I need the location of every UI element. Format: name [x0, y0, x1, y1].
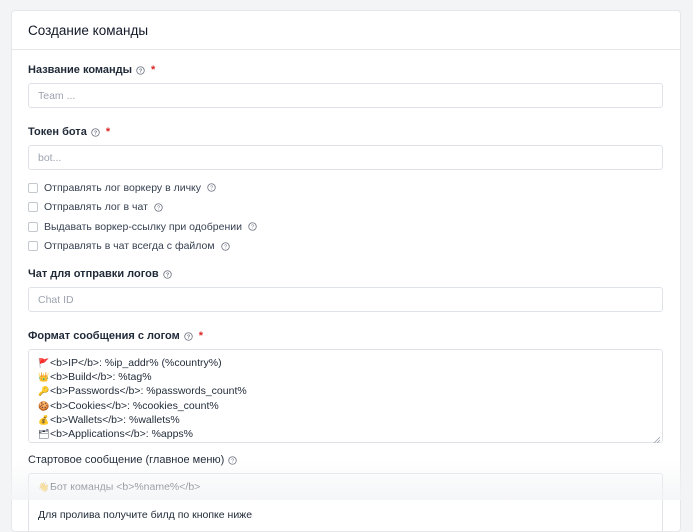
- help-icon[interactable]: ?: [228, 456, 237, 465]
- line-text: <b>Build</b>: %tag%: [50, 370, 152, 384]
- checkbox-label: Отправлять лог в чат: [44, 201, 148, 213]
- checkbox-label: Выдавать воркер-ссылку при одобрении: [44, 221, 242, 233]
- waving-hand-icon: 👋: [38, 480, 49, 494]
- text-line: 🚩<b>IP</b>: %ip_addr% (%country%): [38, 356, 653, 370]
- options-group: Отправлять лог воркеру в личку ? Отправл…: [28, 178, 664, 256]
- checkbox-label: Отправлять лог воркеру в личку: [44, 182, 201, 194]
- log-chat-label: Чат для отправки логов ?: [28, 268, 664, 280]
- svg-text:?: ?: [94, 130, 97, 136]
- help-icon[interactable]: ?: [248, 222, 257, 231]
- log-chat-input[interactable]: [28, 287, 663, 312]
- checkbox[interactable]: [28, 183, 38, 193]
- flag-icon: 🚩: [38, 356, 49, 370]
- help-icon[interactable]: ?: [221, 242, 230, 251]
- checkbox-send-log-to-chat[interactable]: Отправлять лог в чат ?: [28, 198, 664, 218]
- svg-text:?: ?: [251, 225, 254, 231]
- checkbox[interactable]: [28, 202, 38, 212]
- key-icon: 🔑: [38, 384, 49, 398]
- help-icon[interactable]: ?: [184, 332, 193, 341]
- text-line: 🔑<b>Passwords</b>: %passwords_count%: [38, 384, 653, 398]
- create-team-card: Создание команды Название команды ? * То…: [11, 10, 681, 532]
- start-message-label: Стартовое сообщение (главное меню) ?: [28, 454, 664, 466]
- checkbox-label: Отправлять в чат всегда с файлом: [44, 240, 215, 252]
- checkbox[interactable]: [28, 222, 38, 232]
- line-text: Для пролива получите билд по кнопке ниже: [38, 508, 252, 522]
- svg-text:?: ?: [157, 205, 160, 211]
- checkbox[interactable]: [28, 241, 38, 251]
- line-text: <b>Wallets</b>: %wallets%: [50, 413, 180, 427]
- bot-token-label: Токен бота ? *: [28, 126, 664, 138]
- text-line: 👋Бот команды <b>%name%</b>: [38, 480, 653, 494]
- folder-icon: 🗂: [38, 427, 49, 441]
- line-text: Бот команды <b>%name%</b>: [50, 480, 200, 494]
- log-format-label-text: Формат сообщения с логом: [28, 330, 180, 342]
- required-marker: *: [106, 126, 110, 138]
- svg-text:?: ?: [165, 272, 168, 278]
- bot-token-input[interactable]: [28, 145, 663, 170]
- text-line: 💰<b>Wallets</b>: %wallets%: [38, 413, 653, 427]
- checkbox-issue-worker-link[interactable]: Выдавать воркер-ссылку при одобрении ?: [28, 217, 664, 237]
- help-icon[interactable]: ?: [154, 203, 163, 212]
- crown-icon: 👑: [38, 370, 49, 384]
- checkbox-send-log-to-worker[interactable]: Отправлять лог воркеру в личку ?: [28, 178, 664, 198]
- text-line: 👑<b>Build</b>: %tag%: [38, 370, 653, 384]
- help-icon[interactable]: ?: [207, 183, 216, 192]
- help-icon[interactable]: ?: [136, 66, 145, 75]
- team-name-label-text: Название команды: [28, 64, 132, 76]
- help-icon[interactable]: ?: [91, 128, 100, 137]
- svg-text:?: ?: [231, 458, 234, 464]
- svg-text:?: ?: [187, 334, 190, 340]
- text-line: Для пролива получите билд по кнопке ниже: [38, 508, 653, 522]
- log-format-label: Формат сообщения с логом ? *: [28, 330, 664, 342]
- log-chat-label-text: Чат для отправки логов: [28, 268, 159, 280]
- line-text: <b>Cookies</b>: %cookies_count%: [50, 399, 219, 413]
- cookie-icon: 🍪: [38, 399, 49, 413]
- card-title: Создание команды: [12, 11, 680, 50]
- resize-handle-icon[interactable]: [653, 433, 660, 440]
- required-marker: *: [151, 64, 155, 76]
- start-message-label-text: Стартовое сообщение (главное меню): [28, 454, 224, 466]
- help-icon[interactable]: ?: [163, 270, 172, 279]
- text-line: 🍪<b>Cookies</b>: %cookies_count%: [38, 399, 653, 413]
- line-text: <b>IP</b>: %ip_addr% (%country%): [50, 356, 222, 370]
- svg-text:?: ?: [139, 68, 142, 74]
- money-bag-icon: 💰: [38, 413, 49, 427]
- required-marker: *: [199, 330, 203, 342]
- start-message-textarea[interactable]: 👋Бот команды <b>%name%</b> Для пролива п…: [28, 473, 663, 532]
- svg-text:?: ?: [224, 244, 227, 250]
- text-line: [38, 494, 653, 508]
- text-line: 🗂<b>Applications</b>: %apps%: [38, 427, 653, 441]
- team-name-label: Название команды ? *: [28, 64, 664, 76]
- svg-text:?: ?: [210, 186, 213, 192]
- line-text: <b>Passwords</b>: %passwords_count%: [50, 384, 247, 398]
- form-body: Название команды ? * Токен бота ? * Отпр…: [12, 64, 680, 532]
- log-format-textarea[interactable]: 🚩<b>IP</b>: %ip_addr% (%country%) 👑<b>Bu…: [28, 349, 663, 443]
- checkbox-always-with-file[interactable]: Отправлять в чат всегда с файлом ?: [28, 237, 664, 257]
- team-name-input[interactable]: [28, 83, 663, 108]
- bot-token-label-text: Токен бота: [28, 126, 87, 138]
- line-text: <b>Applications</b>: %apps%: [50, 427, 193, 441]
